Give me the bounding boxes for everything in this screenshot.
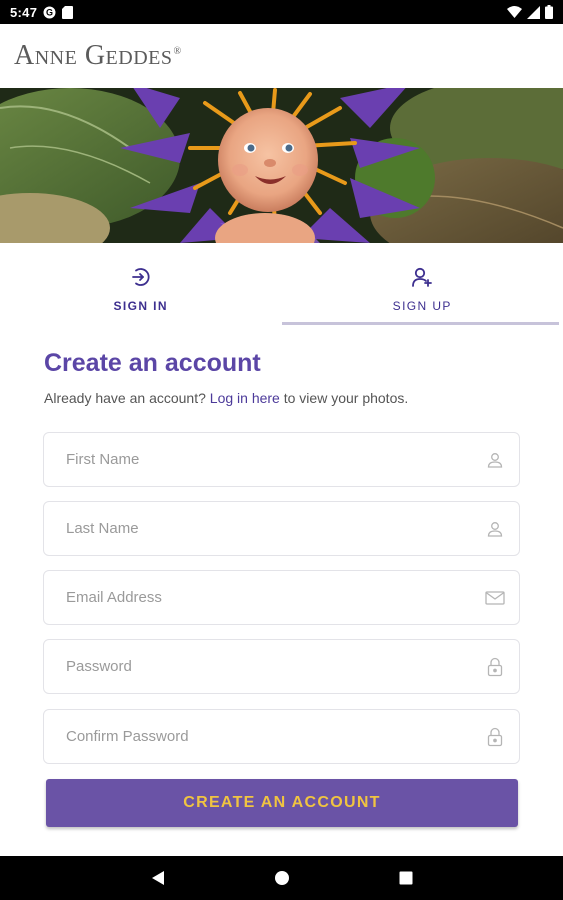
brand-name: Anne Geddes: [14, 40, 173, 71]
email-field[interactable]: [43, 570, 520, 625]
sign-in-icon: [130, 266, 152, 293]
wifi-icon: [507, 6, 522, 18]
status-bar: 5:47 G: [0, 0, 563, 24]
hero-image: [0, 88, 563, 243]
confirm-password-field[interactable]: [43, 709, 520, 764]
status-right: [507, 5, 553, 19]
login-link[interactable]: Log in here: [210, 390, 280, 406]
active-tab-indicator: [281, 322, 559, 325]
status-time: 5:47: [10, 4, 38, 20]
battery-icon: [545, 5, 553, 19]
registered-mark: ®: [173, 45, 182, 57]
tab-sign-in[interactable]: SIGN IN: [0, 243, 282, 327]
email-input[interactable]: [66, 589, 485, 606]
user-icon: [485, 450, 505, 470]
svg-text:G: G: [46, 7, 53, 17]
password-field[interactable]: [43, 639, 520, 694]
auth-tabs: SIGN IN SIGN UP: [0, 243, 563, 327]
lock-icon: [485, 657, 505, 677]
last-name-input[interactable]: [66, 520, 485, 537]
add-user-icon: [411, 266, 433, 293]
form-title: Create an account: [44, 349, 261, 377]
tab-sign-up[interactable]: SIGN UP: [281, 243, 563, 327]
google-icon: G: [43, 6, 56, 19]
app-header: Anne Geddes®: [0, 24, 563, 88]
tab-sign-in-label: SIGN IN: [113, 299, 168, 313]
back-icon[interactable]: [146, 866, 170, 890]
status-left: 5:47 G: [10, 4, 74, 20]
system-nav-bar: [0, 856, 563, 900]
envelope-icon: [485, 588, 505, 608]
brand-logo: Anne Geddes®: [14, 40, 182, 72]
sdcard-icon: [62, 5, 74, 19]
signal-icon: [527, 5, 540, 19]
first-name-input[interactable]: [66, 451, 485, 468]
form-subtitle: Already have an account? Log in here to …: [44, 390, 408, 406]
baby-flower-photo: [0, 88, 563, 243]
last-name-field[interactable]: [43, 501, 520, 556]
lock-icon: [485, 727, 505, 747]
home-icon[interactable]: [270, 866, 294, 890]
password-input[interactable]: [66, 658, 485, 675]
create-account-button[interactable]: CREATE AN ACCOUNT: [46, 779, 518, 827]
subtitle-post: to view your photos.: [283, 390, 409, 406]
subtitle-pre: Already have an account?: [44, 390, 206, 406]
recents-icon[interactable]: [394, 866, 418, 890]
user-icon: [485, 519, 505, 539]
tab-sign-up-label: SIGN UP: [392, 299, 452, 313]
confirm-password-input[interactable]: [66, 728, 485, 745]
first-name-field[interactable]: [43, 432, 520, 487]
